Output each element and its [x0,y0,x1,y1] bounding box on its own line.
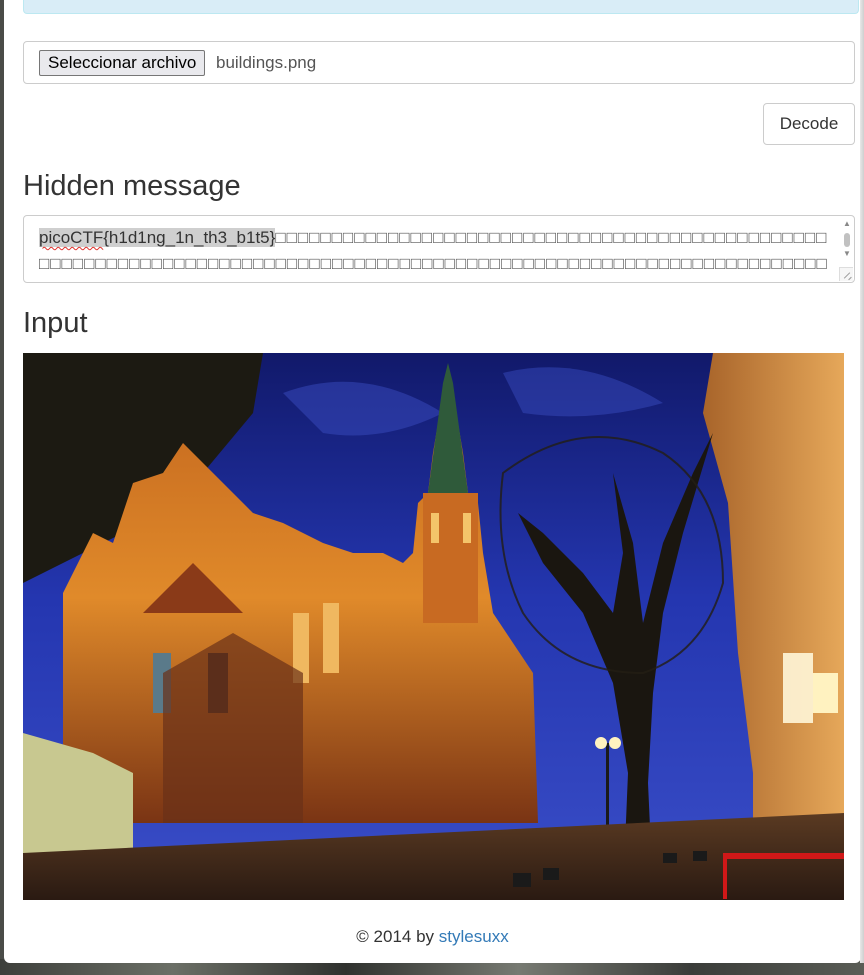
textarea-scrollbar[interactable]: ▲ ▼ [842,219,852,265]
flag-prefix: picoCTF [39,228,104,247]
author-link[interactable]: stylesuxx [439,927,509,946]
hidden-message-textarea[interactable]: picoCTF{h1d1ng_1n_th3_b1t5}□□□□□□□□□□□□□… [23,215,855,283]
selected-file-name: buildings.png [216,53,317,72]
flag-body: {h1d1ng_1n_th3_b1t5} [103,228,276,247]
decode-button[interactable]: Decode [763,103,855,145]
scroll-thumb[interactable] [844,233,850,247]
input-heading: Input [23,307,88,339]
hidden-message-text: picoCTF{h1d1ng_1n_th3_b1t5}□□□□□□□□□□□□□… [39,225,829,282]
input-image [23,353,844,900]
resize-grip-icon[interactable] [839,267,853,281]
file-input[interactable]: Seleccionar archivo buildings.png [23,41,855,84]
church-photo-illustration [23,353,844,900]
footer: © 2014 by stylesuxx [4,927,861,947]
hidden-message-heading: Hidden message [23,170,241,202]
scroll-down-icon[interactable]: ▼ [842,249,852,259]
choose-file-button[interactable]: Seleccionar archivo [39,50,206,76]
copyright-text: © 2014 by [356,927,435,946]
info-alert [23,0,859,14]
window-edge [860,0,864,963]
main-panel: Seleccionar archivo buildings.png Decode… [4,0,861,963]
scroll-up-icon[interactable]: ▲ [842,219,852,229]
